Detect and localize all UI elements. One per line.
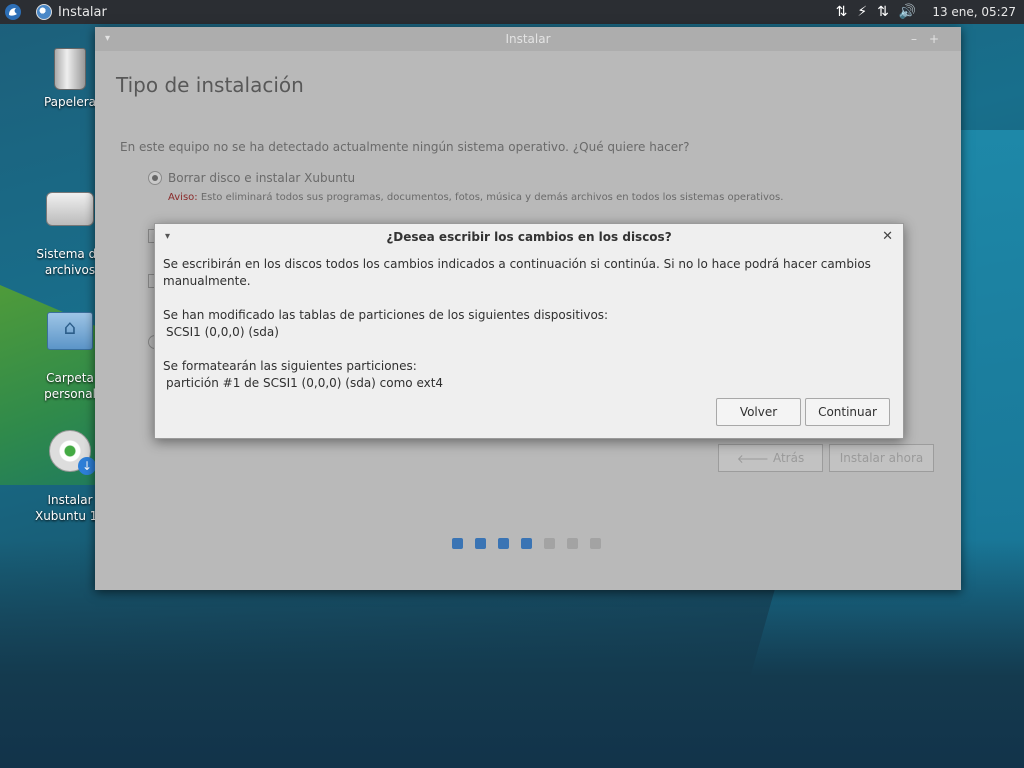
progress-dot	[567, 538, 578, 549]
system-tray: ⇅ ⚡ ⇅ 🔊 13 ene, 05:27	[836, 4, 1024, 20]
dialog-titlebar[interactable]: ▾ ¿Desea escribir los cambios en los dis…	[155, 224, 903, 250]
clock[interactable]: 13 ene, 05:27	[932, 5, 1016, 19]
network-updown-icon[interactable]: ⇅	[836, 4, 848, 20]
dialog-body: Se escribirán en los discos todos los ca…	[155, 250, 903, 392]
power-plug-icon[interactable]: ⚡	[857, 4, 867, 20]
volver-button[interactable]: Volver	[716, 398, 801, 426]
install-disc-icon	[49, 430, 96, 475]
progress-dot	[521, 538, 532, 549]
progress-dot	[544, 538, 555, 549]
partition-tables-device: SCSI1 (0,0,0) (sda)	[166, 325, 279, 339]
option-erase-label: Borrar disco e instalar Xubuntu	[168, 171, 356, 185]
format-partition: partición #1 de SCSI1 (0,0,0) (sda) como…	[166, 376, 444, 390]
window-controls[interactable]: –+	[911, 27, 951, 51]
warning-text: Esto eliminará todos sus programas, docu…	[197, 192, 784, 203]
progress-dot	[452, 538, 463, 549]
progress-dot	[590, 538, 601, 549]
drive-icon	[46, 192, 94, 226]
dialog-menu-icon[interactable]: ▾	[165, 224, 170, 250]
installer-window-title: Instalar	[505, 32, 551, 46]
window-menu-icon[interactable]: ▾	[105, 27, 110, 51]
volume-icon[interactable]: 🔊	[899, 4, 916, 20]
write-changes-dialog: ▾ ¿Desea escribir los cambios en los dis…	[154, 223, 904, 439]
progress-dot	[475, 538, 486, 549]
close-icon[interactable]: ✕	[882, 224, 893, 250]
progress-dots	[452, 538, 601, 549]
taskbar-item-label: Instalar	[58, 4, 107, 20]
arrow-left-icon: 🡐	[736, 451, 769, 466]
install-now-button[interactable]: Instalar ahora	[829, 444, 934, 472]
network-updown-icon[interactable]: ⇅	[877, 4, 889, 20]
back-button-label: Atrás	[772, 451, 805, 465]
top-panel: Instalar ⇅ ⚡ ⇅ 🔊 13 ene, 05:27	[0, 0, 1024, 24]
continuar-button[interactable]: Continuar	[805, 398, 890, 426]
dialog-intro: Se escribirán en los discos todos los ca…	[163, 257, 871, 288]
installer-globe-icon	[36, 4, 52, 20]
back-button[interactable]: 🡐 Atrás	[718, 444, 823, 472]
install-now-label: Instalar ahora	[839, 451, 924, 465]
page-title: Tipo de instalación	[116, 73, 304, 97]
format-heading: Se formatearán las siguientes particione…	[163, 359, 417, 373]
install-question: En este equipo no se ha detectado actual…	[120, 140, 690, 154]
installer-titlebar[interactable]: ▾ Instalar –+	[95, 27, 961, 51]
progress-dot	[498, 538, 509, 549]
radio-erase-disk[interactable]	[148, 171, 162, 185]
option-erase-disk[interactable]: Borrar disco e instalar Xubuntu	[148, 171, 355, 185]
xubuntu-menu-icon[interactable]	[0, 0, 26, 24]
home-folder-icon	[47, 312, 93, 350]
warning-label: Aviso:	[168, 192, 198, 203]
erase-warning: Aviso: Esto eliminará todos sus programa…	[168, 192, 783, 203]
taskbar-item-instalar[interactable]: Instalar	[36, 4, 107, 20]
partition-tables-heading: Se han modificado las tablas de particio…	[163, 308, 609, 322]
trash-icon	[54, 48, 86, 90]
dialog-title: ¿Desea escribir los cambios en los disco…	[386, 230, 672, 244]
